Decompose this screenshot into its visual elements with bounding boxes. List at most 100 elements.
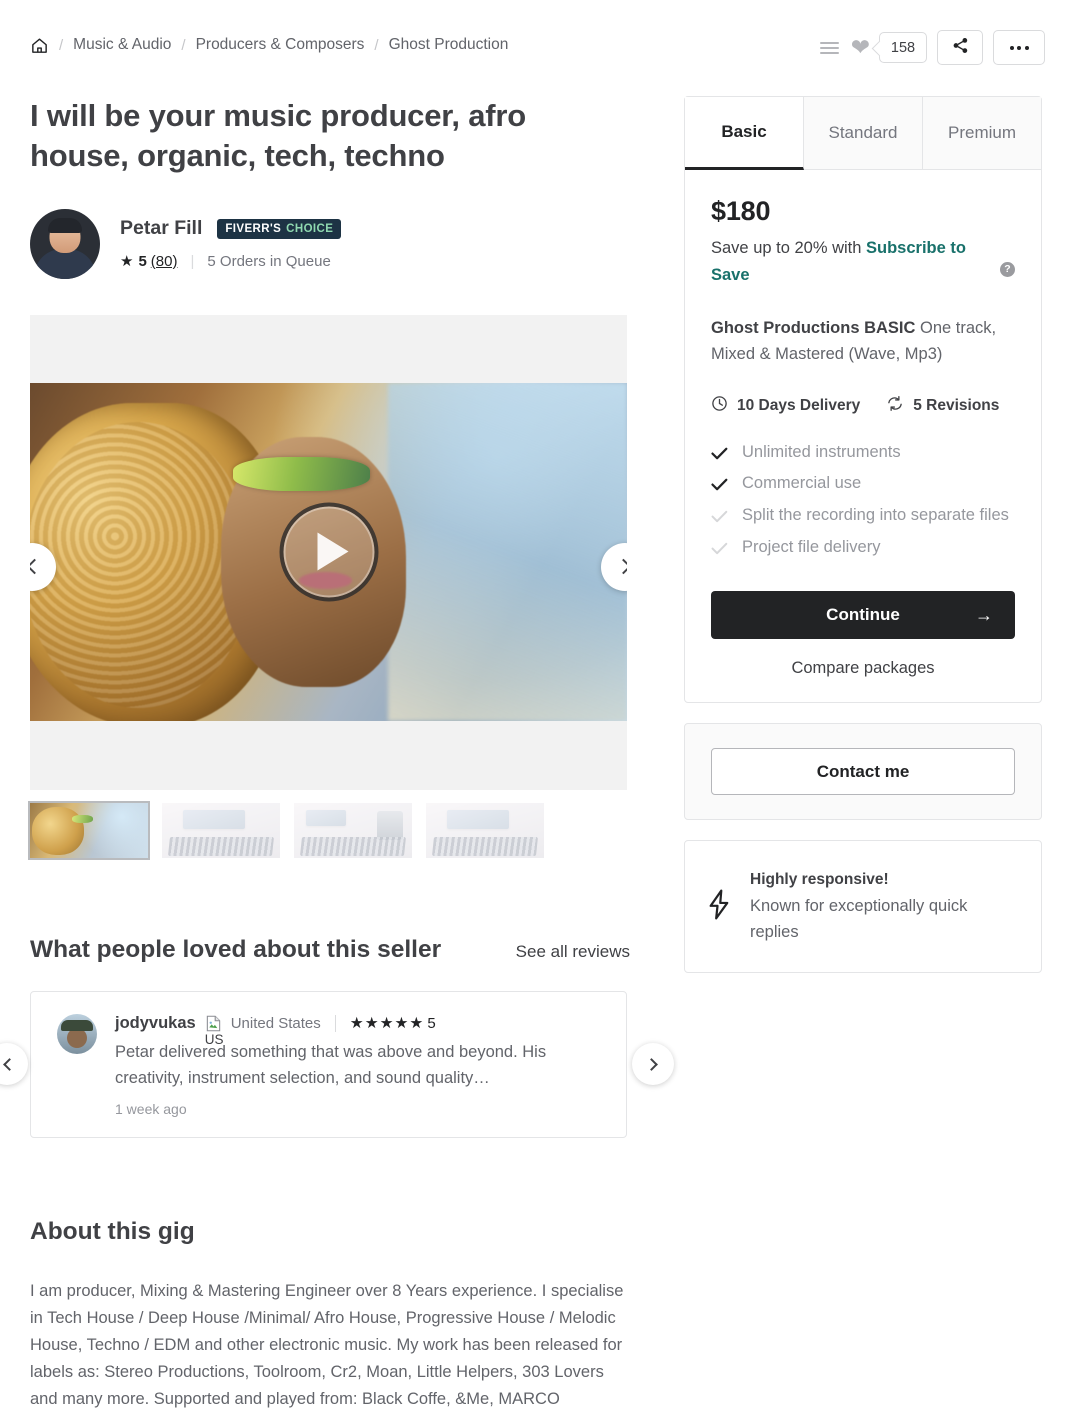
about-gig-heading: About this gig	[30, 1218, 195, 1246]
country-flag-icon: US	[205, 1015, 223, 1047]
delivery-time: 10 Days Delivery	[711, 395, 860, 417]
responsiveness-heading: Highly responsive!	[750, 871, 889, 889]
thumbnail-video[interactable]	[30, 802, 148, 858]
feature-item: Split the recording into separate files	[711, 502, 1015, 532]
tab-premium[interactable]: Premium	[923, 97, 1041, 170]
continue-button[interactable]: Continue →	[711, 591, 1015, 640]
orders-in-queue: 5 Orders in Queue	[207, 252, 331, 270]
badge-secondary-text: CHOICE	[286, 222, 334, 235]
tab-standard[interactable]: Standard	[804, 97, 923, 170]
breadcrumb-item-producers-composers[interactable]: Producers & Composers	[196, 36, 365, 54]
review-next-button[interactable]	[632, 1043, 674, 1086]
arrow-right-icon: →	[975, 604, 993, 625]
see-all-reviews-link[interactable]: See all reviews	[516, 942, 630, 962]
contact-card: Contact me	[684, 723, 1042, 821]
share-icon	[952, 37, 969, 59]
chevron-right-icon	[615, 558, 627, 575]
revisions: 5 Revisions	[886, 395, 999, 417]
feature-label: Split the recording into separate files	[742, 506, 1009, 524]
seller-name[interactable]: Petar Fill	[120, 217, 202, 240]
review-count-link[interactable]: (80)	[151, 253, 178, 270]
clock-icon	[711, 395, 728, 417]
save-prefix-text: Save up to 20% with	[711, 239, 867, 257]
package-features: Unlimited instruments Commercial use Spl…	[711, 439, 1015, 564]
feature-label: Commercial use	[742, 474, 862, 493]
media-gallery	[30, 314, 627, 790]
star-icon: ★	[409, 1014, 424, 1032]
package-description: Ghost Productions BASIC One track, Mixed…	[711, 316, 1015, 367]
review-star-rating: ★ ★ ★ ★ ★ 5	[350, 1014, 436, 1033]
responsiveness-description: Known for exceptionally quick replies	[750, 896, 968, 942]
feature-label: Project file delivery	[742, 537, 881, 556]
thumbnail-studio-2[interactable]	[294, 802, 412, 858]
star-icon: ★	[349, 1014, 364, 1032]
badge-primary-text: FIVERR'S	[225, 222, 282, 235]
check-icon	[711, 442, 728, 469]
review-score: 5	[427, 1014, 436, 1032]
breadcrumb-separator: /	[374, 36, 379, 54]
home-icon[interactable]	[30, 36, 49, 55]
favorite-count-badge: 158	[879, 32, 927, 63]
gallery-main-media[interactable]	[30, 382, 627, 721]
chevron-left-icon	[30, 558, 42, 575]
gallery-thumbnails	[30, 802, 630, 858]
package-tabs: Basic Standard Premium	[685, 97, 1041, 170]
thumbnail-studio-3[interactable]	[426, 802, 544, 858]
contact-me-button[interactable]: Contact me	[711, 748, 1015, 796]
reviewer-country: United States	[230, 1014, 321, 1032]
package-meta-row: 10 Days Delivery 5 Revisions	[711, 395, 1015, 417]
feature-label: Unlimited instruments	[742, 442, 901, 461]
breadcrumb-separator: /	[181, 36, 186, 54]
star-icon: ★	[364, 1014, 379, 1032]
review-prev-button[interactable]	[0, 1043, 28, 1086]
package-card: Basic Standard Premium $180 Save up to 2…	[684, 96, 1042, 704]
responsiveness-card: Highly responsive! Known for exceptional…	[684, 840, 1042, 973]
share-button[interactable]	[937, 30, 983, 65]
flag-alt-text: US	[204, 1031, 224, 1047]
check-icon	[711, 473, 728, 500]
tab-basic[interactable]: Basic	[685, 97, 804, 170]
breadcrumb-item-ghost-production[interactable]: Ghost Production	[389, 36, 509, 54]
subscribe-save-line: Save up to 20% with Subscribe to Save ?	[711, 235, 1015, 288]
gig-page: / Music & Audio / Producers & Composers …	[0, 0, 1073, 1411]
page-title: I will be your music producer, afro hous…	[30, 98, 527, 174]
reviewer-username[interactable]: jodyvukas	[115, 1014, 196, 1033]
help-icon[interactable]: ?	[1000, 262, 1015, 277]
review-carousel: jodyvukas US United States ★ ★ ★ ★ ★ 5 P…	[0, 990, 674, 1139]
revisions-icon	[886, 395, 904, 417]
seller-summary: Petar Fill FIVERR'S CHOICE ★ 5 (80) | 5 …	[30, 208, 630, 279]
breadcrumb-item-music-audio[interactable]: Music & Audio	[73, 36, 171, 54]
breadcrumb-separator: /	[59, 36, 64, 54]
responsiveness-text: Highly responsive! Known for exceptional…	[750, 867, 1015, 946]
lightning-bolt-icon	[707, 889, 732, 925]
check-icon	[711, 505, 728, 532]
list-icon[interactable]	[819, 41, 839, 54]
divider	[334, 1014, 336, 1032]
more-options-icon	[1009, 45, 1029, 50]
play-button[interactable]	[279, 502, 378, 602]
rating-value: 5	[138, 252, 147, 270]
more-options-button[interactable]	[993, 30, 1045, 65]
feature-item: Project file delivery	[711, 534, 1015, 564]
check-icon	[711, 537, 728, 564]
seller-avatar[interactable]	[30, 208, 100, 279]
revisions-label: 5 Revisions	[913, 396, 1000, 414]
thumbnail-studio-1[interactable]	[162, 802, 280, 858]
review-text: Petar delivered something that was above…	[115, 1042, 547, 1088]
star-icon: ★	[394, 1014, 409, 1032]
reviews-heading: What people loved about this seller	[30, 935, 442, 963]
divider: |	[190, 252, 195, 270]
chevron-right-icon	[644, 1057, 658, 1071]
fiverrs-choice-badge: FIVERR'S CHOICE	[217, 218, 342, 239]
breadcrumb: / Music & Audio / Producers & Composers …	[0, 36, 508, 55]
heart-icon[interactable]: ❤	[851, 36, 870, 59]
compare-packages-link[interactable]: Compare packages	[711, 659, 1015, 678]
feature-item: Unlimited instruments	[711, 439, 1015, 469]
star-icon: ★	[379, 1014, 394, 1032]
purchase-sidebar: Basic Standard Premium $180 Save up to 2…	[684, 96, 1042, 973]
top-bar: / Music & Audio / Producers & Composers …	[0, 0, 1073, 90]
favorite-control[interactable]: ❤ 158	[851, 32, 927, 63]
package-price: $180	[711, 196, 771, 226]
delivery-time-label: 10 Days Delivery	[737, 396, 861, 414]
topbar-actions: ❤ 158	[819, 30, 1045, 65]
